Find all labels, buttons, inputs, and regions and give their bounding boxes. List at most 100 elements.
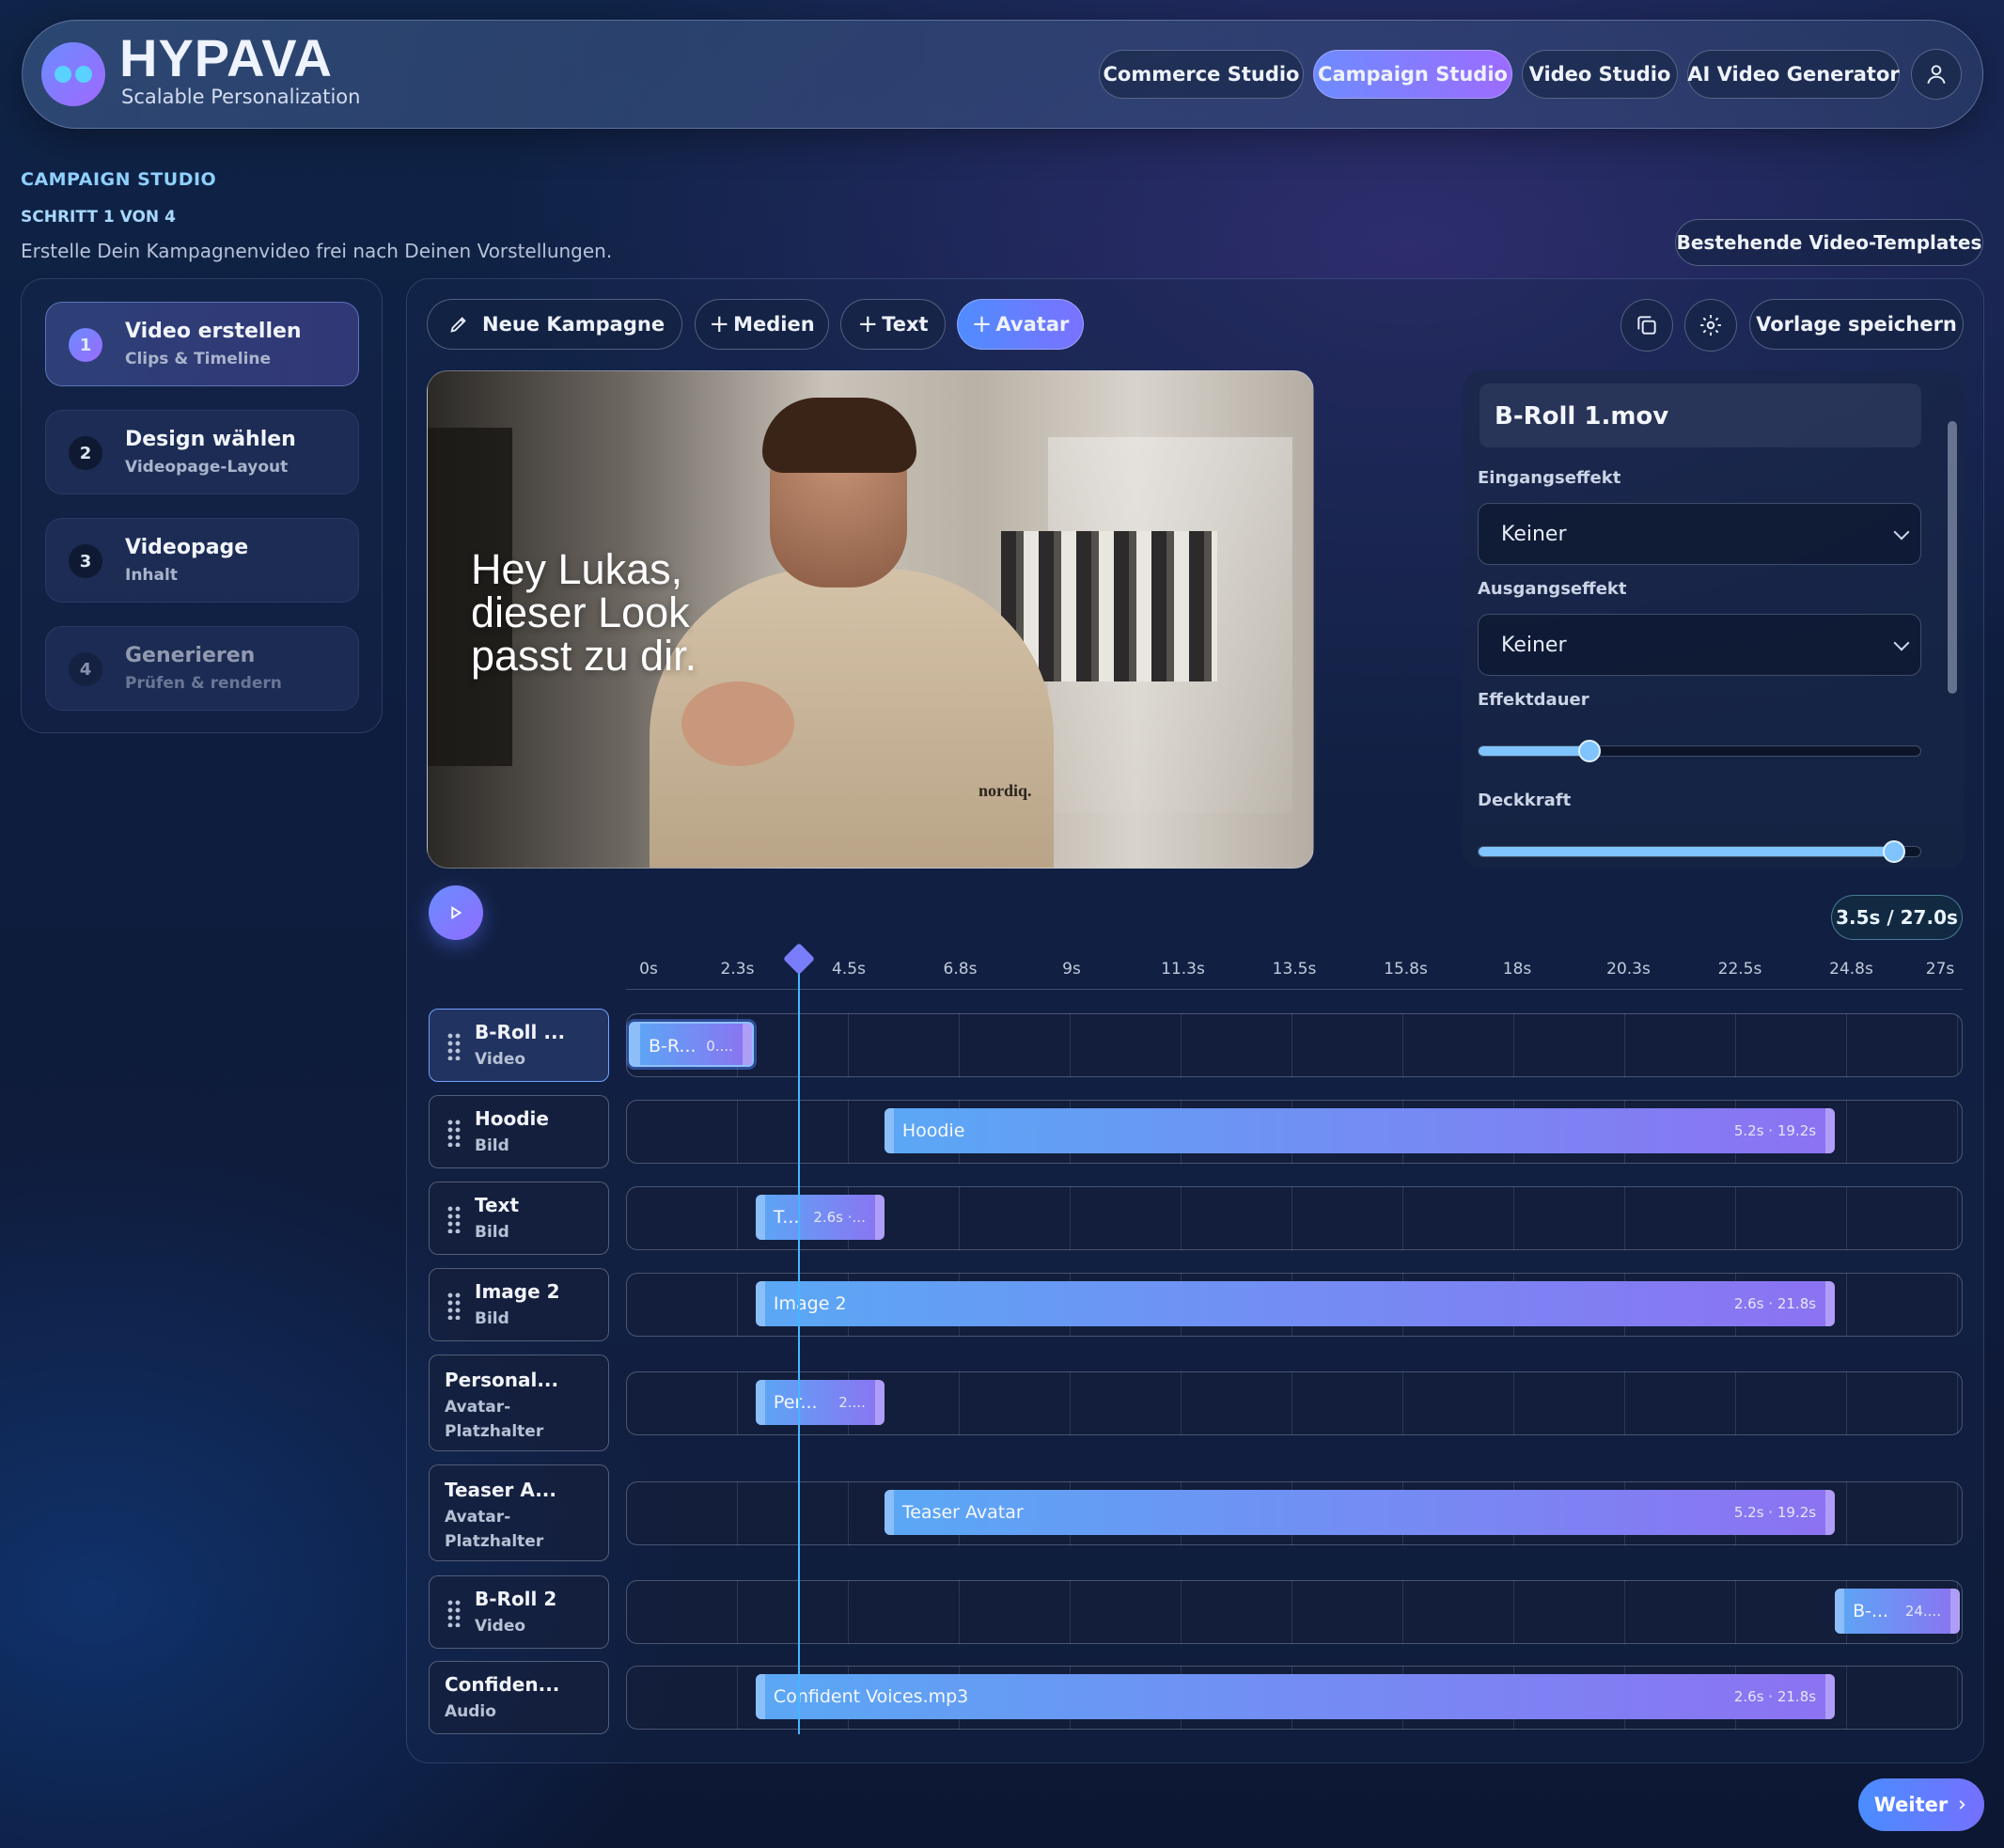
play-button[interactable] [429, 885, 483, 940]
user-icon [1927, 65, 1946, 85]
effect-duration-label: Effektdauer [1478, 690, 1589, 710]
settings-button[interactable] [1684, 299, 1737, 352]
drag-handle-icon[interactable] [446, 1205, 462, 1233]
timeline-track[interactable]: T... 2.6s ·... [626, 1186, 1963, 1250]
save-template-button[interactable]: Vorlage speichern [1749, 299, 1964, 350]
nav-campaign-studio[interactable]: Campaign Studio [1313, 50, 1512, 99]
timeline-clip[interactable]: Hoodie 5.2s · 19.2s [884, 1108, 1836, 1153]
clip-label: Hoodie [901, 1120, 965, 1141]
new-campaign-button[interactable]: Neue Kampagne [427, 299, 682, 350]
drag-handle-icon[interactable] [446, 1599, 462, 1627]
timeline-tick-label: 13.5s [1272, 960, 1317, 979]
plus-icon: + [709, 310, 730, 338]
timeline-clip[interactable]: Confident Voices.mp3 2.6s · 21.8s [755, 1674, 1836, 1719]
brand-name: HYPAVA [119, 28, 333, 87]
track-name: Image 2 [475, 1280, 560, 1303]
step-item-3[interactable]: 3 Videopage Inhalt [45, 518, 359, 603]
drag-handle-icon[interactable] [446, 1032, 462, 1060]
timeline-clip[interactable]: B-R... 0.... [629, 1022, 754, 1067]
profile-button[interactable] [1911, 49, 1962, 100]
slider-fill [1479, 746, 1589, 756]
add-media-label: Medien [733, 313, 815, 336]
timeline-clip[interactable]: B-... 24.... [1835, 1589, 1960, 1634]
timeline-ruler [626, 989, 1963, 990]
track-type: Video [475, 1050, 526, 1069]
timeline-track[interactable]: Per... 2.... [626, 1371, 1963, 1435]
timeline-tick-label: 6.8s [943, 960, 978, 979]
timeline-track[interactable]: Confident Voices.mp3 2.6s · 21.8s [626, 1666, 1963, 1730]
track-label[interactable]: B-Roll 2 Video [429, 1575, 609, 1649]
clip-time: 2.6s ·... [813, 1209, 866, 1226]
timeline-track[interactable]: Teaser Avatar 5.2s · 19.2s [626, 1481, 1963, 1545]
duplicate-button[interactable] [1620, 299, 1673, 352]
clip-time: 2.... [838, 1394, 866, 1411]
track-label[interactable]: Image 2 Bild [429, 1268, 609, 1341]
intro-text: Erstelle Dein Kampagnenvideo frei nach D… [21, 240, 613, 262]
track-name: B-Roll ... [475, 1021, 566, 1043]
drag-handle-icon[interactable] [446, 1292, 462, 1320]
section-title: CAMPAIGN STUDIO [21, 169, 217, 190]
track-name: Text [475, 1194, 520, 1216]
entry-effect-value: Keiner [1501, 523, 1567, 546]
properties-panel: B-Roll 1.mov Eingangseffekt Keiner Ausga… [1463, 370, 1965, 869]
track-label[interactable]: B-Roll ... Video [429, 1009, 609, 1082]
clip-time: 2.6s · 21.8s [1733, 1688, 1817, 1705]
step-subtitle: Videopage-Layout [125, 458, 289, 477]
nav-commerce-studio[interactable]: Commerce Studio [1099, 50, 1304, 99]
step-number: 3 [69, 544, 102, 578]
playhead[interactable] [798, 954, 801, 1734]
timeline-tick-label: 22.5s [1717, 960, 1762, 979]
track-type: Bild [475, 1136, 509, 1155]
step-item-2[interactable]: 2 Design wählen Videopage-Layout [45, 410, 359, 494]
track-type: Avatar- Platzhalter [445, 1508, 544, 1551]
track-label[interactable]: Personal... Avatar- Platzhalter [429, 1355, 609, 1451]
add-text-button[interactable]: + Text [840, 299, 946, 350]
track-label[interactable]: Confiden... Audio [429, 1661, 609, 1734]
timeline-track[interactable]: Hoodie 5.2s · 19.2s [626, 1100, 1963, 1164]
slider-handle[interactable] [1577, 740, 1601, 762]
exit-effect-label: Ausgangseffekt [1478, 579, 1627, 599]
step-title: Generieren [125, 644, 256, 667]
clip-time: 2.6s · 21.8s [1733, 1295, 1817, 1312]
clip-label: Image 2 [773, 1293, 847, 1314]
properties-title: B-Roll 1.mov [1480, 384, 1921, 447]
track-type: Bild [475, 1309, 509, 1328]
timeline-clip[interactable]: Image 2 2.6s · 21.8s [755, 1281, 1836, 1326]
timeline-track[interactable]: B-R... 0.... [626, 1013, 1963, 1077]
step-item-1[interactable]: 1 Video erstellen Clips & Timeline [45, 302, 359, 386]
timeline-tick-label: 24.8s [1829, 960, 1873, 979]
chevron-right-icon [1959, 1800, 1965, 1809]
track-label[interactable]: Hoodie Bild [429, 1095, 609, 1168]
nav-ai-video-generator[interactable]: AI Video Generator [1687, 50, 1900, 99]
timeline-clip[interactable]: Per... 2.... [755, 1380, 885, 1425]
step-item-4[interactable]: 4 Generieren Prüfen & rendern [45, 626, 359, 711]
nav-video-studio[interactable]: Video Studio [1522, 50, 1678, 99]
timeline-clip[interactable]: T... 2.6s ·... [755, 1195, 885, 1240]
track-label[interactable]: Text Bild [429, 1182, 609, 1255]
timeline-tick-label: 11.3s [1161, 960, 1205, 979]
timeline-track[interactable]: Image 2 2.6s · 21.8s [626, 1273, 1963, 1337]
properties-scrollbar[interactable] [1948, 421, 1957, 694]
slider-handle[interactable] [1882, 840, 1905, 863]
track-name: Teaser A... [445, 1479, 556, 1501]
add-media-button[interactable]: + Medien [695, 299, 829, 350]
new-campaign-label: Neue Kampagne [482, 313, 665, 336]
exit-effect-select[interactable]: Keiner [1478, 614, 1921, 676]
timeline-tick-label: 9s [1062, 960, 1081, 979]
drag-handle-icon[interactable] [446, 1119, 462, 1147]
track-label[interactable]: Teaser A... Avatar- Platzhalter [429, 1464, 609, 1561]
plus-icon: + [971, 310, 993, 338]
time-readout: 3.5s / 27.0s [1831, 895, 1963, 940]
entry-effect-select[interactable]: Keiner [1478, 503, 1921, 565]
next-button[interactable]: Weiter [1858, 1778, 1984, 1831]
video-preview[interactable]: Hey Lukas, dieser Look passt zu dir. nor… [427, 370, 1314, 869]
timeline-track[interactable]: B-... 24.... [626, 1580, 1963, 1644]
opacity-slider[interactable] [1478, 840, 1921, 863]
effect-duration-slider[interactable] [1478, 740, 1921, 762]
timeline-clip[interactable]: Teaser Avatar 5.2s · 19.2s [884, 1490, 1836, 1535]
add-avatar-button[interactable]: + Avatar [957, 299, 1084, 350]
existing-templates-button[interactable]: Bestehende Video-Templates [1675, 219, 1983, 266]
track-name: B-Roll 2 [475, 1588, 557, 1610]
timeline-tick-label: 4.5s [832, 960, 866, 979]
step-number: 1 [69, 328, 102, 362]
